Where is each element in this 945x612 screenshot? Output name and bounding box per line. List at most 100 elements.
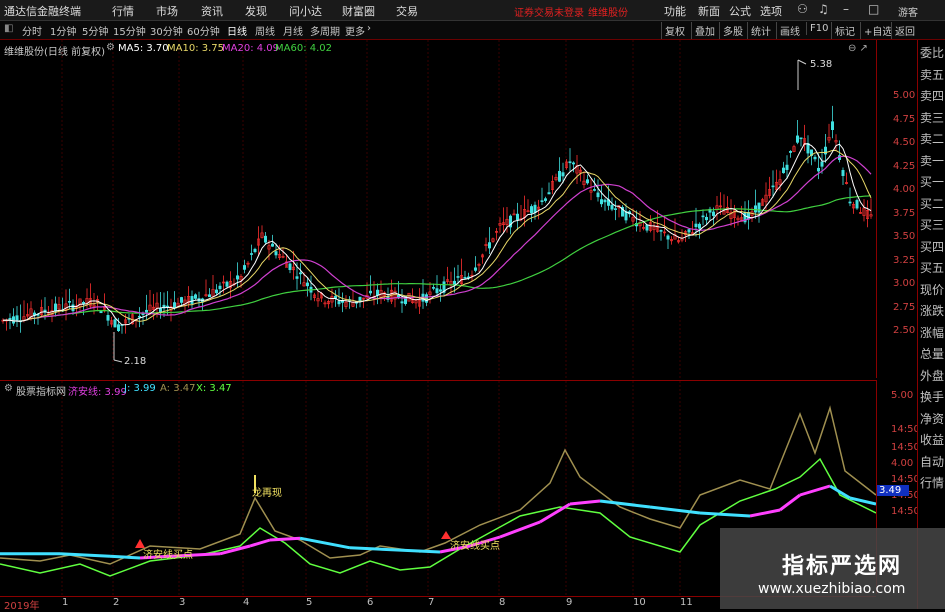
candle-body xyxy=(771,185,775,188)
layout-icon[interactable]: ⊖ ↗ xyxy=(848,43,868,54)
tab-weekly[interactable]: 周线 xyxy=(255,23,275,38)
user-icon[interactable]: ⚇ xyxy=(797,2,808,16)
btn-fuquan[interactable]: 复权 xyxy=(661,22,688,39)
candle-body xyxy=(53,303,57,312)
price-tick: 4.25 xyxy=(893,161,916,172)
menu-shichang[interactable]: 市场 xyxy=(156,3,178,19)
side-label: 买三 xyxy=(920,218,945,232)
tab-fenshi[interactable]: 分时 xyxy=(22,23,42,38)
tab-30min[interactable]: 30分钟 xyxy=(150,23,183,38)
candle-body xyxy=(194,294,198,299)
side-label: 外盘 xyxy=(920,368,945,383)
panel-toggle-icon[interactable]: ◧ xyxy=(4,23,13,34)
settings-icon[interactable]: ⚙ xyxy=(106,42,115,53)
low-price-label: 2.18 xyxy=(124,356,147,367)
date-tick: 1 xyxy=(62,597,69,608)
menu-gongneng[interactable]: 功能 xyxy=(664,3,686,19)
candle-body xyxy=(456,276,460,278)
candle-body xyxy=(543,198,547,201)
stock-link[interactable]: 维维股份 xyxy=(588,4,628,19)
price-tick: 4.75 xyxy=(893,114,916,125)
btn-fanhui[interactable]: 返回 xyxy=(891,22,918,39)
menu-xuanxiang[interactable]: 选项 xyxy=(760,3,782,19)
tab-more[interactable]: 更多 xyxy=(345,23,365,38)
candle-body xyxy=(788,151,792,153)
side-label: 卖五 xyxy=(920,67,945,82)
menu-faxian[interactable]: 发现 xyxy=(245,3,267,19)
price-tick: 3.75 xyxy=(893,208,916,219)
ind-tick: 14:50 xyxy=(891,474,920,485)
period-toolbar: ◧ 分时 1分钟 5分钟 15分钟 30分钟 60分钟 日线 周线 月线 多周期… xyxy=(0,21,945,40)
side-label: 卖一 xyxy=(920,153,945,168)
candle-body xyxy=(145,309,149,313)
candle-body xyxy=(848,201,852,204)
ma60-line xyxy=(2,195,872,322)
candle-body xyxy=(106,315,110,321)
settings-icon[interactable]: ⚙ xyxy=(4,383,13,394)
candle-body xyxy=(288,263,292,271)
btn-tongji[interactable]: 统计 xyxy=(747,22,774,39)
user-label[interactable]: 游客 xyxy=(898,4,918,19)
menu-jiaoyi[interactable]: 交易 xyxy=(396,3,418,19)
j-label: J: 3.99 xyxy=(124,383,156,394)
menu-wenxiaoda[interactable]: 问小达 xyxy=(289,3,322,19)
candle-body xyxy=(855,200,859,209)
app-name: 通达信金融终端 xyxy=(4,5,81,18)
candle-body xyxy=(99,310,103,314)
tab-monthly[interactable]: 月线 xyxy=(283,23,303,38)
side-label[interactable]: 自动 xyxy=(920,453,944,470)
chevron-right-icon[interactable]: › xyxy=(367,23,371,34)
tab-15min[interactable]: 15分钟 xyxy=(113,23,146,38)
maximize-icon[interactable]: □ xyxy=(868,2,879,16)
btn-duogu[interactable]: 多股 xyxy=(719,22,746,39)
btn-diejia[interactable]: 叠加 xyxy=(691,22,718,39)
menu-hangqing[interactable]: 行情 xyxy=(112,3,134,19)
tab-60min[interactable]: 60分钟 xyxy=(187,23,220,38)
candle-body xyxy=(263,235,267,243)
again-label: 龙再现 xyxy=(252,488,282,499)
side-label: 换手 xyxy=(920,390,945,404)
btn-huaxian[interactable]: 画线 xyxy=(776,22,803,39)
jian-line-segment xyxy=(269,536,301,542)
candle-body xyxy=(473,267,477,271)
kline-chart[interactable] xyxy=(0,40,876,378)
side-label: 涨幅 xyxy=(920,325,945,340)
candle-body xyxy=(435,288,439,294)
ma20-label: MA20: 4.09 xyxy=(222,43,280,54)
minimize-icon[interactable]: – xyxy=(843,2,849,16)
jian-label: 济安线: 3.99 xyxy=(68,387,127,398)
candle-body xyxy=(585,179,589,184)
candle-body xyxy=(561,172,565,177)
candle-body xyxy=(704,216,708,221)
candle-body xyxy=(599,199,603,205)
btn-biaoji[interactable]: 标记 xyxy=(831,22,858,39)
tab-multi[interactable]: 多周期 xyxy=(310,23,340,38)
candle-body xyxy=(487,242,491,249)
candle-body xyxy=(190,296,194,304)
candle-body xyxy=(610,204,614,210)
candle-body xyxy=(438,289,442,292)
tab-1min[interactable]: 1分钟 xyxy=(50,23,76,38)
menu-caifuquan[interactable]: 财富圈 xyxy=(342,3,375,19)
candle-body xyxy=(166,305,170,308)
candle-body xyxy=(799,137,803,140)
candle-body xyxy=(571,162,575,165)
side-label[interactable]: 行情 xyxy=(920,474,944,491)
bell-icon[interactable]: ♫ xyxy=(818,2,829,16)
side-label: 卖三 xyxy=(920,110,945,125)
candle-body xyxy=(540,200,544,202)
menu-banmian[interactable]: 新面 xyxy=(698,3,720,19)
candle-body xyxy=(781,167,785,174)
date-tick: 11 xyxy=(680,597,693,608)
login-warning[interactable]: 证券交易未登录 xyxy=(514,4,584,19)
candle-body xyxy=(463,276,467,279)
menu-zixun[interactable]: 资讯 xyxy=(201,3,223,19)
kline-panel[interactable]: 维维股份(日线 前复权) ⚙ MA5: 3.70 MA10: 3.75 MA20… xyxy=(0,40,876,378)
btn-f10[interactable]: F10 xyxy=(806,22,831,35)
tab-daily[interactable]: 日线 xyxy=(227,23,247,38)
menu-gongshi[interactable]: 公式 xyxy=(729,3,751,19)
tab-5min[interactable]: 5分钟 xyxy=(82,23,108,38)
candle-body xyxy=(368,290,372,294)
candle-body xyxy=(515,213,519,221)
candle-body xyxy=(71,304,75,312)
